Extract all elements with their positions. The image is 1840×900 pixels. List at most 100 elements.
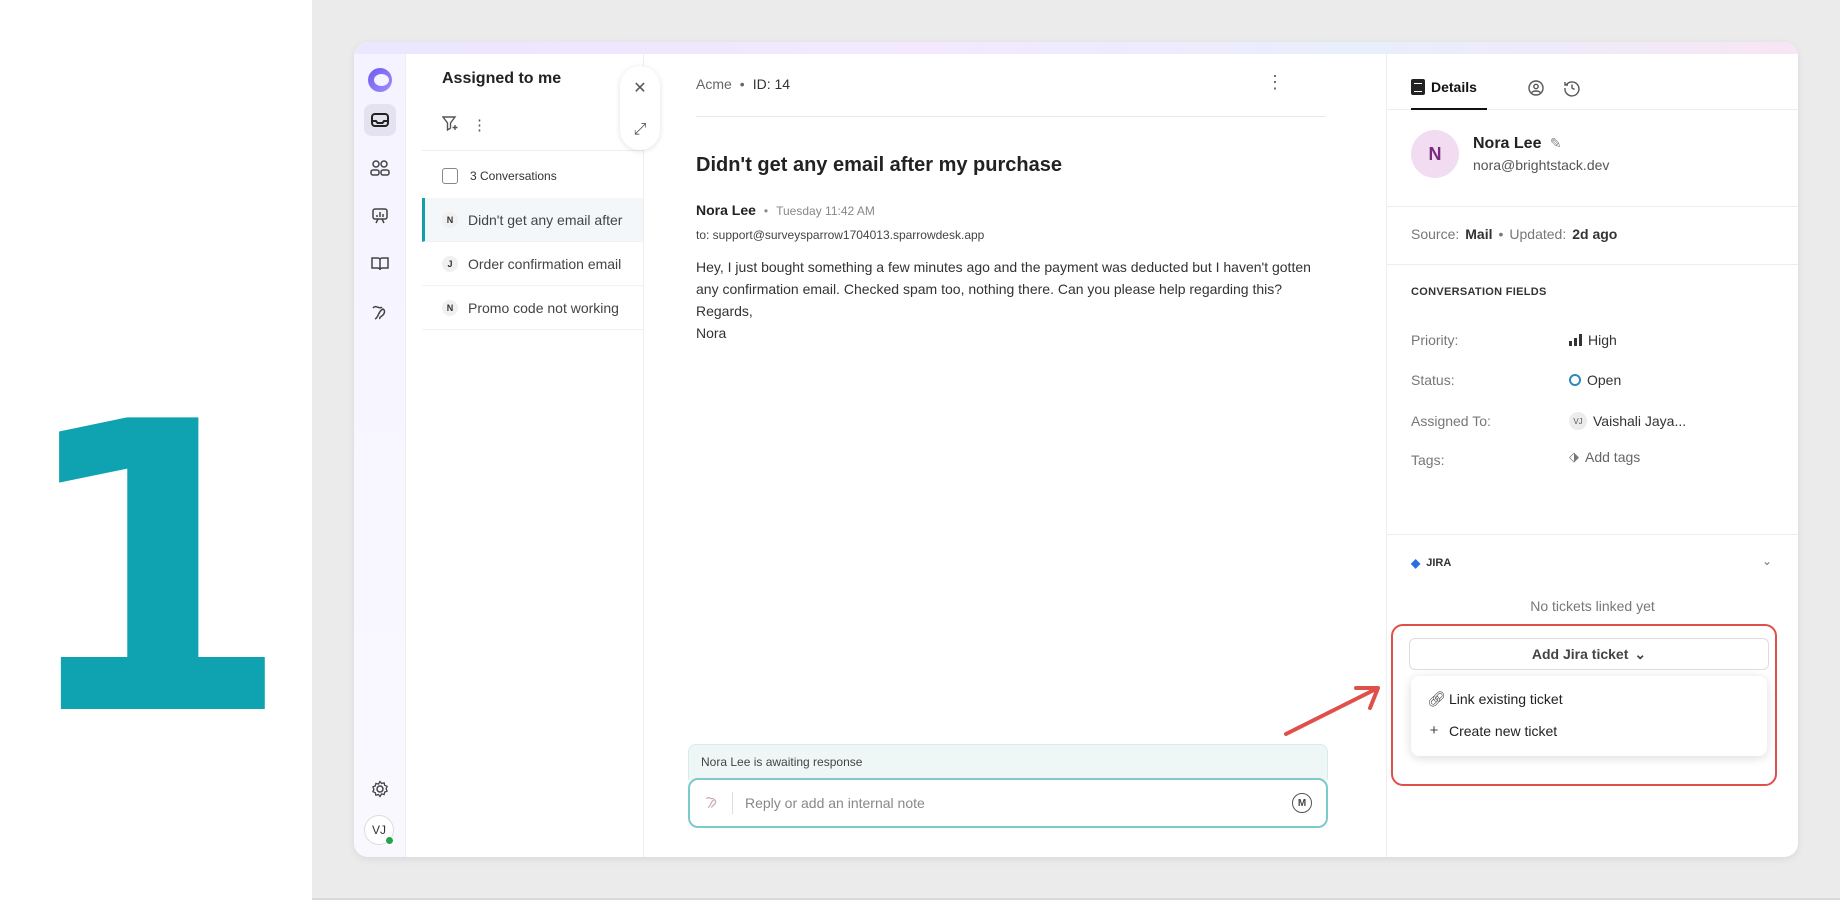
reply-composer[interactable]: M — [688, 778, 1328, 828]
note-toggle-icon[interactable] — [704, 794, 720, 813]
annotation-arrow-icon — [1284, 686, 1380, 736]
step-panel: 1 — [0, 0, 312, 900]
divider — [1387, 264, 1798, 265]
conversation-list: Assigned to me ⋮ 3 Conversations N Didn'… — [422, 54, 644, 857]
conversation-item[interactable]: N Didn't get any email after — [422, 198, 643, 242]
tab-label: Details — [1431, 79, 1477, 95]
history-icon — [1564, 81, 1580, 97]
logo-icon[interactable] — [364, 64, 396, 96]
source-label: Source: — [1411, 226, 1460, 242]
priority-label: Priority: — [1411, 332, 1459, 348]
jira-icon: ◆ — [1411, 556, 1421, 570]
user-avatar[interactable]: VJ — [364, 815, 394, 845]
updated-label: Updated: — [1509, 226, 1567, 242]
separator-dot: • — [763, 204, 769, 218]
conversation-title: Order confirmation email — [468, 255, 622, 272]
knowledge-base-icon[interactable] — [364, 248, 396, 280]
tags-field: Tags: ⬗ Add tags — [1411, 449, 1771, 468]
reply-input[interactable] — [745, 795, 1280, 811]
jira-section-header[interactable]: ◆ JIRA — [1411, 556, 1451, 570]
step-number: 1 — [14, 339, 292, 804]
fields-section-title: CONVERSATION FIELDS — [1411, 286, 1547, 298]
link-icon: 🔗︎ — [1427, 691, 1447, 708]
select-all-checkbox[interactable] — [442, 168, 458, 184]
menu-item-create-new[interactable]: + Create new ticket — [1427, 722, 1558, 739]
message-paragraph: Nora — [696, 325, 727, 341]
inbox-icon[interactable] — [364, 104, 396, 136]
settings-icon[interactable] — [364, 773, 396, 805]
icon-rail: VJ — [354, 54, 406, 857]
add-jira-ticket-button[interactable]: Add Jira ticket ⌄ — [1409, 638, 1769, 670]
add-tags-button[interactable]: ⬗ Add tags — [1569, 449, 1640, 465]
contact-name-row: Nora Lee ✎ — [1473, 135, 1609, 153]
conversation-title: Promo code not working — [468, 299, 619, 316]
awaiting-response-banner: Nora Lee is awaiting response — [688, 744, 1328, 780]
list-toolbar: ⋮ — [441, 116, 487, 135]
conversation-item[interactable]: J Order confirmation email — [422, 242, 643, 286]
tags-label: Tags: — [1411, 452, 1445, 468]
add-jira-label: Add Jira ticket — [1531, 646, 1629, 662]
automation-icon[interactable] — [364, 296, 396, 328]
org-name[interactable]: Acme — [696, 76, 732, 92]
expand-icon[interactable]: ⤢ — [634, 121, 647, 139]
conversation-id: ID: 14 — [752, 76, 791, 92]
message-sender[interactable]: Nora Lee — [696, 202, 756, 218]
conversation-breadcrumb: Acme • ID: 14 — [696, 76, 790, 92]
panel-controls: ✕ ⤢ — [620, 66, 660, 150]
conversation-avatar: J — [442, 255, 458, 272]
assignee-field: Assigned To: VJ Vaishali Jaya... — [1411, 412, 1771, 430]
tab-history[interactable] — [1563, 66, 1581, 110]
details-icon — [1411, 79, 1425, 95]
tag-icon: ⬗ — [1569, 449, 1579, 464]
reports-icon[interactable] — [364, 200, 396, 232]
divider — [732, 792, 733, 814]
assigned-label: Assigned To: — [1411, 413, 1491, 429]
updated-value: 2d ago — [1572, 226, 1618, 242]
details-panel: Details N Nora Lee ✎ nora@brightstack.de… — [1386, 54, 1798, 857]
more-vertical-icon[interactable]: ⋮ — [472, 116, 487, 135]
source-line: Source: Mail • Updated: 2d ago — [1411, 226, 1617, 242]
status-value[interactable]: Open — [1569, 372, 1621, 388]
conversation-view: Acme • ID: 14 ⋮ Didn't get any email aft… — [644, 54, 1386, 857]
more-vertical-icon[interactable]: ⋮ — [1266, 72, 1284, 93]
conversation-avatar: N — [442, 299, 458, 316]
details-tabs: Details — [1387, 54, 1798, 110]
conversation-subject: Didn't get any email after my purchase — [696, 154, 1062, 176]
jira-empty-state: No tickets linked yet — [1530, 598, 1655, 614]
contacts-icon[interactable] — [364, 152, 396, 184]
chevron-down-icon[interactable]: ⌄ — [1762, 554, 1772, 568]
tab-details[interactable]: Details — [1411, 66, 1487, 110]
jira-dropdown-menu: 🔗︎ Link existing ticket + Create new tic… — [1411, 676, 1767, 756]
divider — [1387, 534, 1798, 535]
select-all-row: 3 Conversations — [442, 168, 557, 184]
contact-avatar: N — [1411, 130, 1459, 178]
message-paragraph: Regards, — [696, 303, 753, 319]
menu-item-label: Create new ticket — [1449, 722, 1558, 739]
conversation-title: Didn't get any email after — [468, 211, 623, 228]
close-icon[interactable]: ✕ — [633, 78, 646, 98]
filter-icon[interactable] — [441, 116, 458, 135]
menu-item-link-existing[interactable]: 🔗︎ Link existing ticket — [1427, 690, 1563, 708]
conversation-item[interactable]: N Promo code not working — [422, 286, 643, 330]
conversation-avatar: N — [442, 211, 458, 228]
status-open-icon — [1569, 374, 1581, 386]
separator-dot: • — [1498, 226, 1504, 242]
edit-icon[interactable]: ✎ — [1550, 135, 1562, 151]
contact-card: N Nora Lee ✎ nora@brightstack.dev — [1411, 130, 1609, 178]
app-top-glow — [354, 42, 1798, 54]
message-time: Tuesday 11:42 AM — [776, 204, 875, 218]
tab-contact[interactable] — [1527, 66, 1545, 110]
source-value: Mail — [1465, 226, 1493, 242]
ai-assist-icon[interactable]: M — [1292, 793, 1312, 813]
list-title: Assigned to me — [442, 70, 562, 87]
user-circle-icon — [1528, 80, 1544, 96]
priority-bars-icon — [1569, 334, 1582, 346]
conversation-count: 3 Conversations — [470, 169, 557, 183]
status-field: Status: Open — [1411, 372, 1771, 388]
assignee-name: Vaishali Jaya... — [1593, 413, 1687, 429]
priority-value[interactable]: High — [1569, 332, 1617, 348]
avatar-initials: VJ — [371, 823, 386, 837]
plus-icon: + — [1429, 722, 1439, 739]
contact-email[interactable]: nora@brightstack.dev — [1473, 157, 1609, 173]
assignee-value[interactable]: VJ Vaishali Jaya... — [1569, 412, 1686, 430]
